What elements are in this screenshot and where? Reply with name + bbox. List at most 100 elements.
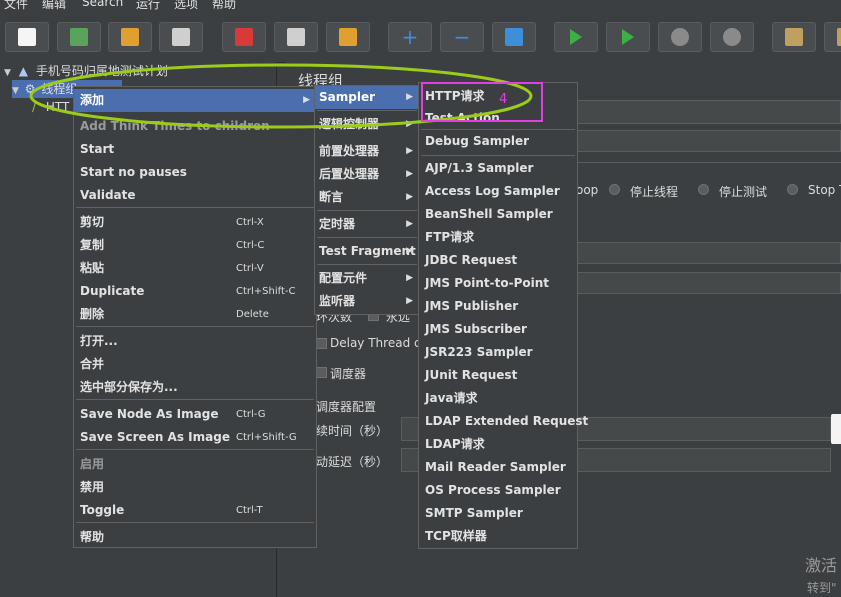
paste-icon <box>339 28 357 46</box>
paste-button[interactable] <box>326 22 370 52</box>
open-button[interactable] <box>108 22 152 52</box>
menu-item-label: Test Fragment <box>319 244 416 258</box>
menu-run[interactable]: 运行 <box>136 0 160 12</box>
context-menu-item[interactable]: 打开... <box>74 330 316 353</box>
sampler-menu-item[interactable]: JSR223 Sampler <box>419 341 577 364</box>
cut-button[interactable] <box>222 22 266 52</box>
radio-stop-test-now[interactable] <box>787 184 798 195</box>
context-menu-item[interactable]: 剪切 Ctrl-X <box>74 211 316 234</box>
menu-item-shortcut: Ctrl-V <box>236 263 264 274</box>
context-menu-item[interactable]: 删除 Delete <box>74 303 316 326</box>
sampler-menu-item[interactable]: JMS Point-to-Point <box>419 272 577 295</box>
context-menu-item[interactable]: Validate <box>74 184 316 207</box>
radio-stop-test[interactable] <box>698 184 709 195</box>
context-menu-item[interactable]: 复制 Ctrl-C <box>74 234 316 257</box>
scheduler-checkbox[interactable] <box>316 367 327 378</box>
context-menu-item[interactable]: Start <box>74 138 316 161</box>
stop-button[interactable] <box>658 22 702 52</box>
templates-button[interactable] <box>57 22 101 52</box>
sampler-menu-item[interactable]: JDBC Request <box>419 249 577 272</box>
context-menu-item[interactable]: 帮助 <box>74 526 316 549</box>
copy-button[interactable] <box>274 22 318 52</box>
open-icon <box>121 28 139 46</box>
context-menu-item[interactable]: 合并 <box>74 353 316 376</box>
add-submenu-item[interactable]: 定时器 ▶ <box>315 213 419 236</box>
radio-stop-thread[interactable] <box>609 184 620 195</box>
sampler-menu-item[interactable]: FTP请求 <box>419 226 577 249</box>
delay-thread-checkbox[interactable] <box>316 338 327 349</box>
submenu-arrow-icon: ▶ <box>406 273 413 283</box>
menu-item-label: 剪切 <box>80 215 105 229</box>
menu-options[interactable]: 选项 <box>174 0 198 12</box>
activation-watermark: 激活 <box>805 556 838 575</box>
delay-thread-label: Delay Thread cr <box>330 336 426 350</box>
menu-item-label: Start <box>80 142 115 156</box>
menu-separator <box>317 237 417 238</box>
shutdown-button[interactable] <box>710 22 754 52</box>
menu-item-label: BeanShell Sampler <box>425 207 553 221</box>
add-submenu-item[interactable]: 断言 ▶ <box>315 186 419 209</box>
menu-item-label: 打开... <box>80 334 118 348</box>
sampler-menu-item[interactable]: JMS Subscriber <box>419 318 577 341</box>
save-button[interactable] <box>159 22 203 52</box>
side-widget[interactable] <box>831 414 841 444</box>
clear-button[interactable] <box>772 22 816 52</box>
start-no-pauses-button[interactable] <box>606 22 650 52</box>
add-submenu-item[interactable]: 监听器 ▶ <box>315 290 419 313</box>
menu-item-label: 监听器 <box>319 294 356 308</box>
sampler-menu-item[interactable]: BeanShell Sampler <box>419 203 577 226</box>
menu-edit[interactable]: 编辑 <box>42 0 66 12</box>
menu-item-label: SMTP Sampler <box>425 506 523 520</box>
sampler-menu-item[interactable]: OS Process Sampler <box>419 479 577 502</box>
menu-separator <box>76 522 314 523</box>
sampler-menu-item[interactable]: Access Log Sampler <box>419 180 577 203</box>
sampler-menu-item[interactable]: JMS Publisher <box>419 295 577 318</box>
sampler-menu-item[interactable]: TCP取样器 <box>419 525 577 548</box>
stop-icon <box>671 28 689 46</box>
sampler-menu-item[interactable]: SMTP Sampler <box>419 502 577 525</box>
sampler-menu-item[interactable]: Java请求 <box>419 387 577 410</box>
context-menu-item[interactable]: 选中部分保存为... <box>74 376 316 399</box>
context-menu-item[interactable]: Save Screen As Image Ctrl+Shift-G <box>74 426 316 449</box>
menu-search[interactable]: Search <box>82 0 123 9</box>
duration-label: 续时间（秒） <box>316 424 389 438</box>
menu-help[interactable]: 帮助 <box>212 0 236 12</box>
context-menu-item[interactable]: Duplicate Ctrl+Shift-C <box>74 280 316 303</box>
scheduler-label: 调度器 <box>330 367 367 381</box>
toggle-button[interactable] <box>492 22 536 52</box>
menu-item-label: JMS Subscriber <box>425 322 527 336</box>
menu-item-label: JDBC Request <box>425 253 518 267</box>
radio-continue-label: oop <box>576 183 599 197</box>
clear-all-button[interactable] <box>824 22 841 52</box>
context-menu-item[interactable]: 禁用 <box>74 476 316 499</box>
collapse-button[interactable]: − <box>440 22 484 52</box>
sampler-menu-item[interactable]: LDAP请求 <box>419 433 577 456</box>
expand-button[interactable]: + <box>388 22 432 52</box>
add-submenu-item[interactable]: 配置元件 ▶ <box>315 267 419 290</box>
menu-separator <box>76 449 314 450</box>
menu-item-label: LDAP请求 <box>425 437 485 451</box>
start-no-pauses-icon <box>622 29 634 45</box>
start-button[interactable] <box>554 22 598 52</box>
context-menu-item[interactable]: Toggle Ctrl-T <box>74 499 316 522</box>
sampler-menu-item[interactable]: Mail Reader Sampler <box>419 456 577 479</box>
context-menu-item[interactable]: Start no pauses <box>74 161 316 184</box>
context-menu-item[interactable]: 粘贴 Ctrl-V <box>74 257 316 280</box>
menubar: 文件 编辑 Search 运行 选项 帮助 <box>0 0 841 12</box>
expand-arrow-icon[interactable]: ▼ <box>4 68 11 78</box>
menu-separator <box>317 264 417 265</box>
add-submenu-item[interactable]: 前置处理器 ▶ <box>315 140 419 163</box>
menu-file[interactable]: 文件 <box>4 0 28 12</box>
sampler-menu-item[interactable]: Debug Sampler <box>419 130 577 153</box>
sampler-menu-item[interactable]: AJP/1.3 Sampler <box>419 157 577 180</box>
add-submenu-item[interactable]: Test Fragment ▶ <box>315 240 419 263</box>
sampler-menu-item[interactable]: LDAP Extended Request <box>419 410 588 433</box>
context-menu-item[interactable]: Save Node As Image Ctrl-G <box>74 403 316 426</box>
menu-item-label: TCP取样器 <box>425 529 487 543</box>
expand-arrow-icon[interactable]: ▼ <box>12 86 19 96</box>
new-button[interactable] <box>5 22 49 52</box>
add-submenu-item[interactable]: 后置处理器 ▶ <box>315 163 419 186</box>
sampler-menu-item[interactable]: JUnit Request <box>419 364 577 387</box>
menu-item-shortcut: Ctrl-G <box>236 409 266 420</box>
context-menu-item[interactable]: 启用 <box>74 453 316 476</box>
